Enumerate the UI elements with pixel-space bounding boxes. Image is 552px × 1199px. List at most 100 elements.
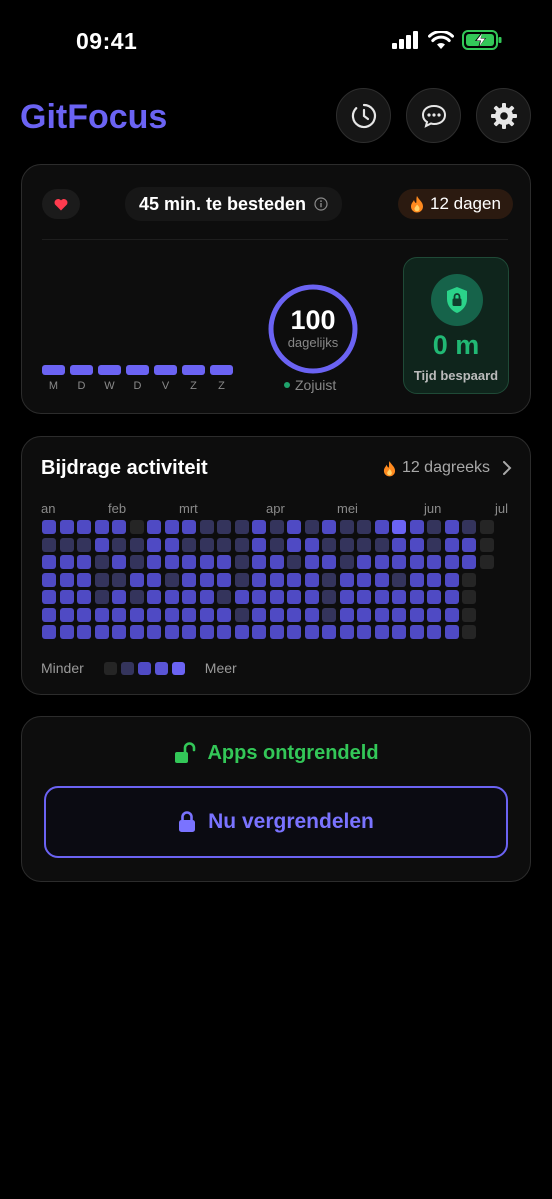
contribution-cell: [42, 590, 56, 604]
contribution-cell: [287, 520, 301, 534]
contribution-cell: [42, 555, 56, 569]
contribution-cell: [94, 537, 109, 552]
legend-more: Meer: [204, 660, 237, 676]
contribution-cell: [427, 572, 441, 587]
contribution-cell: [444, 590, 459, 604]
weekday-label: V: [161, 380, 170, 392]
contribution-cell: [182, 572, 196, 587]
info-icon: [314, 197, 328, 211]
legend-swatch: [171, 661, 185, 675]
weekday-bar: Z: [210, 365, 233, 392]
contribution-cell: [409, 607, 424, 622]
favorite-pill[interactable]: [42, 189, 80, 219]
contribution-cell: [252, 572, 266, 587]
contribution-cell: [77, 572, 91, 587]
contribution-cell: [339, 590, 354, 604]
status-bar: 09:41: [0, 0, 552, 80]
month-label: feb: [108, 501, 127, 516]
contribution-cell: [164, 625, 179, 639]
contribution-cell: [234, 625, 249, 639]
contribution-cell: [287, 555, 301, 569]
contribution-cell: [94, 572, 109, 587]
contribution-cell: [427, 520, 441, 534]
flame-icon: [411, 196, 423, 213]
contribution-cell: [287, 590, 301, 604]
contribution-cell: [409, 555, 424, 569]
lock-now-button[interactable]: Nu vergrendelen: [44, 786, 508, 858]
contribution-cell: [59, 555, 74, 569]
contribution-cell: [59, 607, 74, 622]
activity-streak-text: 12 dagreeks: [401, 459, 490, 476]
contribution-cell: [199, 537, 214, 552]
contribution-cell: [252, 625, 266, 639]
contribution-cell: [112, 520, 126, 534]
contribution-cell: [77, 520, 91, 534]
contribution-cell: [462, 520, 476, 534]
activity-title: Bijdrage activiteit: [41, 457, 208, 479]
contribution-cell: [427, 607, 441, 622]
chevron-right-icon: [503, 461, 512, 475]
contribution-cell: [287, 625, 301, 639]
contribution-cell: [444, 520, 459, 534]
contribution-cell: [164, 590, 179, 604]
cellular-signal-icon: [392, 31, 418, 49]
timer-button[interactable]: [336, 88, 391, 143]
legend-less: Minder: [41, 660, 84, 676]
contribution-cell: [479, 520, 494, 534]
contribution-cell: [94, 520, 109, 534]
contribution-cell: [322, 607, 336, 622]
divider: [42, 239, 508, 240]
contribution-cell: [444, 625, 459, 639]
shield-lock-icon: [447, 287, 467, 313]
contribution-cell: [129, 590, 144, 604]
contribution-cell: [182, 520, 196, 534]
contribution-cell: [217, 572, 231, 587]
contribution-cell: [129, 625, 144, 639]
shield-badge: [431, 274, 483, 326]
contribution-cell: [427, 590, 441, 604]
contribution-cell: [374, 555, 389, 569]
contribution-cell: [322, 520, 336, 534]
contribution-cell: [234, 590, 249, 604]
contribution-cell: [217, 537, 231, 552]
weekday-label: D: [133, 380, 142, 392]
time-remaining-text: 45 min. te besteden: [139, 193, 307, 214]
contribution-cell: [94, 590, 109, 604]
contribution-cell: [374, 607, 389, 622]
heart-icon: [54, 198, 68, 210]
contribution-cell: [234, 572, 249, 587]
chat-button[interactable]: [406, 88, 461, 143]
contribution-cell: [94, 607, 109, 622]
app-title: GitFocus: [20, 98, 168, 136]
contribution-cell: [217, 607, 231, 622]
activity-legend: Minder Meer: [41, 660, 237, 676]
contribution-cell: [147, 607, 161, 622]
chat-icon: [421, 104, 446, 128]
contribution-activity-card[interactable]: Bijdrage activiteit 12 dagreeks an feb m…: [21, 436, 531, 695]
contribution-cell: [374, 520, 389, 534]
contribution-cell: [164, 572, 179, 587]
contribution-cell: [444, 572, 459, 587]
contribution-cell: [374, 537, 389, 552]
contribution-cell: [304, 537, 319, 552]
legend-swatch: [120, 661, 134, 675]
battery-charging-icon: [462, 30, 502, 50]
contribution-cell: [357, 590, 371, 604]
activity-streak-link[interactable]: 12 dagreeks: [383, 459, 512, 477]
contribution-cell: [322, 537, 336, 552]
contribution-cell: [147, 590, 161, 604]
contribution-cell: [269, 590, 284, 604]
contribution-cell: [77, 625, 91, 639]
contribution-cell: [427, 555, 441, 569]
contribution-cell: [199, 520, 214, 534]
score-value: 100: [290, 305, 336, 335]
weekday-bar: W: [98, 365, 121, 392]
weekday-label: Z: [218, 380, 225, 392]
contribution-cell: [129, 572, 144, 587]
contribution-cell: [217, 590, 231, 604]
time-remaining-pill[interactable]: 45 min. te besteden: [125, 187, 343, 221]
unlock-status: Apps ontgrendeld: [22, 741, 530, 765]
settings-button[interactable]: [476, 88, 531, 143]
focus-summary-card: 45 min. te besteden 12 dagen M D W D V Z…: [21, 164, 531, 414]
contribution-cell: [129, 537, 144, 552]
